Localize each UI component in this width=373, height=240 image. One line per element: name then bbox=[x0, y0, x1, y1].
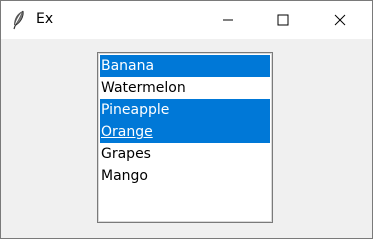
close-icon bbox=[334, 14, 346, 26]
list-item-label: Mango bbox=[101, 168, 148, 184]
list-item-label: Banana bbox=[101, 58, 155, 74]
maximize-button[interactable] bbox=[255, 1, 311, 39]
listbox-items: Banana Watermelon Pineapple Orange Grapes Man… bbox=[100, 55, 270, 187]
title-bar[interactable]: Ex bbox=[1, 1, 372, 39]
minimize-button[interactable] bbox=[200, 1, 256, 39]
list-item[interactable]: Orange bbox=[100, 121, 270, 143]
minimize-icon bbox=[223, 19, 233, 21]
maximize-icon bbox=[277, 14, 289, 26]
list-item[interactable]: Watermelon bbox=[100, 77, 270, 99]
close-button[interactable] bbox=[312, 1, 368, 39]
list-item-label: Orange bbox=[101, 124, 153, 140]
list-item-label: Pineapple bbox=[101, 102, 170, 118]
app-window: Ex Banana Watermelon Pineapple Orange Grapes… bbox=[0, 0, 373, 239]
window-title: Ex bbox=[36, 11, 54, 27]
list-item[interactable]: Mango bbox=[100, 165, 270, 187]
list-item[interactable]: Banana bbox=[100, 55, 270, 77]
list-item-label: Grapes bbox=[101, 146, 151, 162]
list-item[interactable]: Grapes bbox=[100, 143, 270, 165]
fruit-listbox[interactable]: Banana Watermelon Pineapple Orange Grapes Man… bbox=[97, 52, 273, 223]
feather-icon bbox=[13, 10, 24, 30]
list-item[interactable]: Pineapple bbox=[100, 99, 270, 121]
list-item-label: Watermelon bbox=[101, 80, 186, 96]
